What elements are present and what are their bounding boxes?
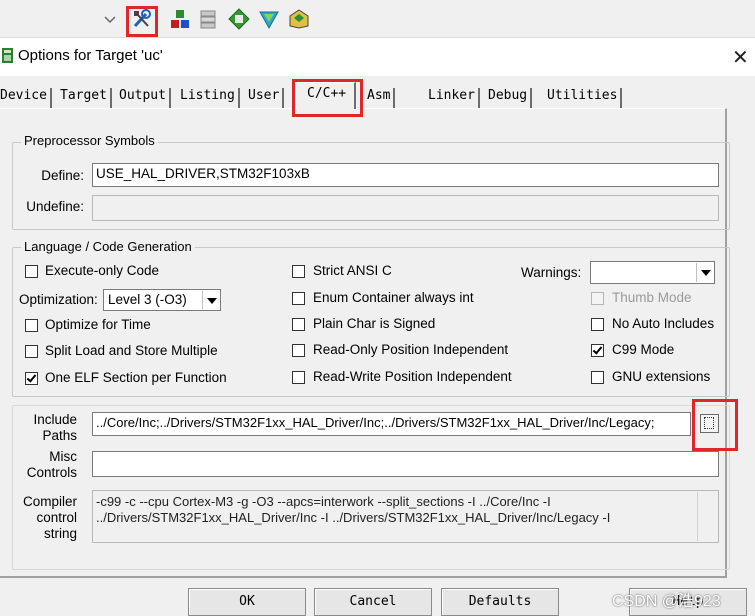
no-auto-includes-checkbox[interactable]	[591, 318, 604, 331]
manage-run-time-icon[interactable]	[256, 6, 282, 32]
compiler-string-label-line3: string	[43, 526, 77, 541]
language-title: Language / Code Generation	[21, 239, 195, 254]
warnings-select[interactable]	[590, 261, 715, 284]
c-cpp-tab-highlight	[292, 79, 363, 117]
misc-controls-label-line2: Controls	[26, 465, 77, 480]
tab-debug[interactable]: Debug	[488, 88, 533, 108]
thumb-mode-label: Thumb Mode	[612, 290, 692, 305]
preprocessor-title: Preprocessor Symbols	[21, 133, 158, 148]
tab-asm[interactable]: Asm	[367, 88, 396, 108]
enum-container-checkbox[interactable]	[292, 292, 305, 305]
split-load-label: Split Load and Store Multiple	[45, 343, 218, 358]
define-label: Define:	[41, 168, 84, 183]
tab-linker[interactable]: Linker	[428, 88, 480, 108]
thumb-mode-checkbox	[591, 292, 604, 305]
compiler-string-label-line1: Compiler	[22, 494, 77, 509]
strict-ansi-label: Strict ANSI C	[313, 263, 392, 278]
optimization-value: Level 3 (-O3)	[108, 292, 187, 307]
c99-mode-checkbox[interactable]	[591, 344, 604, 357]
enum-container-label: Enum Container always int	[313, 290, 474, 305]
misc-controls-label-line1: Misc	[49, 449, 77, 464]
tab-listing[interactable]: Listing	[180, 88, 240, 108]
include-paths-input[interactable]: ../Core/Inc;../Drivers/STM32F1xx_HAL_Dri…	[92, 412, 691, 436]
rwpi-label: Read-Write Position Independent	[313, 369, 512, 384]
plain-char-checkbox[interactable]	[292, 318, 305, 331]
app-icon	[2, 48, 14, 64]
optimize-time-label: Optimize for Time	[45, 317, 151, 332]
misc-controls-label: Misc Controls	[20, 449, 77, 481]
gnu-extensions-label: GNU extensions	[612, 369, 711, 384]
chevron-down-icon	[696, 263, 713, 282]
one-elf-checkbox[interactable]	[25, 372, 38, 385]
c99-mode-label: C99 Mode	[612, 342, 675, 357]
ropi-checkbox[interactable]	[292, 344, 305, 357]
execute-only-checkbox[interactable]	[25, 265, 38, 278]
strict-ansi-checkbox[interactable]	[292, 265, 305, 278]
rwpi-checkbox[interactable]	[292, 371, 305, 384]
close-icon[interactable]: ✕	[732, 45, 749, 69]
include-paths-label-line1: Include	[33, 412, 77, 427]
compiler-string-label: Compiler control string	[20, 494, 77, 542]
include-paths-label-line2: Paths	[42, 428, 77, 443]
undefine-input	[92, 195, 719, 221]
undefine-label: Undefine:	[26, 199, 84, 214]
compiler-string-scrollbar[interactable]	[697, 492, 717, 541]
compiler-string-label-line2: control	[36, 510, 77, 525]
compiler-string-output: -c99 -c --cpu Cortex-M3 -g -O3 --apcs=in…	[92, 490, 719, 543]
select-packs-icon[interactable]	[196, 6, 222, 32]
ok-button[interactable]: OK	[188, 588, 306, 616]
misc-controls-input[interactable]	[92, 451, 719, 477]
optimization-label: Optimization:	[19, 292, 98, 307]
chevron-down-icon	[202, 291, 219, 309]
no-auto-includes-label: No Auto Includes	[612, 316, 715, 331]
gnu-extensions-checkbox[interactable]	[591, 371, 604, 384]
plain-char-label: Plain Char is Signed	[313, 316, 436, 331]
checkmark-icon	[26, 372, 37, 383]
ropi-label: Read-Only Position Independent	[313, 342, 509, 357]
define-input[interactable]: USE_HAL_DRIVER,STM32F103xB	[92, 163, 719, 187]
components-icon[interactable]	[286, 6, 312, 32]
optimize-time-checkbox[interactable]	[25, 319, 38, 332]
tab-output[interactable]: Output	[119, 88, 171, 108]
one-elf-label: One ELF Section per Function	[45, 370, 227, 385]
dropdown-chevron-icon[interactable]	[100, 9, 120, 31]
execute-only-label: Execute-only Code	[45, 263, 160, 278]
tab-utilities[interactable]: Utilities	[547, 88, 623, 108]
dialog-title: Options for Target 'uc'	[18, 47, 163, 64]
warnings-label: Warnings:	[521, 265, 582, 280]
tab-device[interactable]: Device	[0, 88, 52, 108]
split-load-checkbox[interactable]	[25, 345, 38, 358]
optimization-select[interactable]: Level 3 (-O3)	[103, 289, 221, 311]
checkmark-icon	[592, 344, 603, 355]
tab-user[interactable]: User	[248, 88, 285, 108]
browse-button-highlight	[692, 399, 738, 451]
defaults-button[interactable]: Defaults	[441, 588, 559, 616]
pack-installer-icon[interactable]	[226, 6, 252, 32]
target-options-highlight	[126, 6, 158, 37]
include-paths-label: Include Paths	[20, 412, 77, 444]
manage-project-items-icon[interactable]	[167, 6, 193, 32]
watermark: CSDN @浩923	[612, 593, 721, 610]
tab-target[interactable]: Target	[60, 88, 112, 108]
cancel-button[interactable]: Cancel	[314, 588, 432, 616]
